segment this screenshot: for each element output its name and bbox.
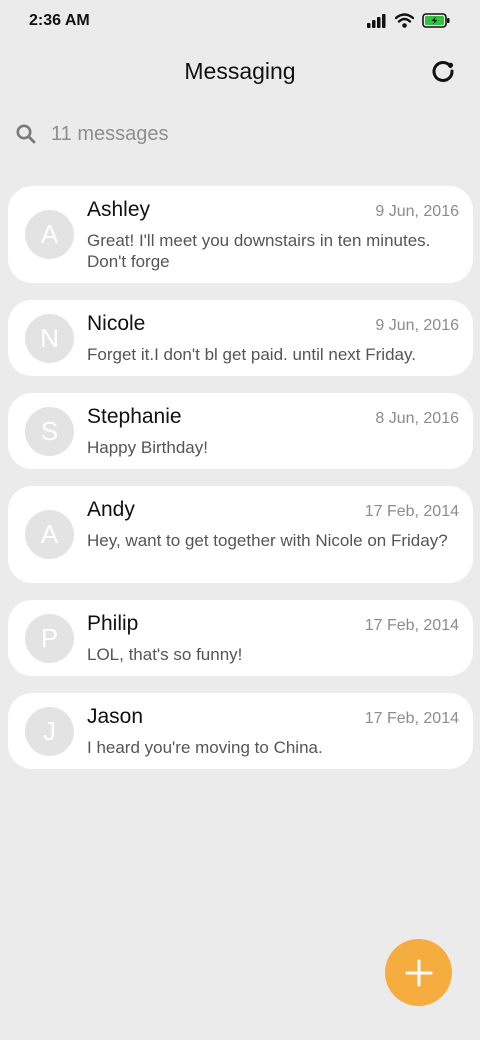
status-icons	[367, 13, 450, 33]
message-preview: Happy Birthday!	[87, 438, 208, 457]
search-bar	[0, 112, 480, 156]
contact-name: Jason	[87, 705, 144, 728]
app-header: Messaging	[0, 44, 480, 100]
search-icon	[14, 122, 38, 146]
message-preview: Hey, want to get together with Nicole on…	[87, 531, 448, 550]
avatar: A	[25, 210, 74, 259]
search-input[interactable]	[51, 120, 431, 148]
wifi-icon	[394, 13, 415, 33]
avatar: J	[25, 707, 74, 756]
message-preview: LOL, that's so funny!	[87, 645, 243, 664]
compose-message-button[interactable]	[385, 939, 452, 1006]
message-date: 9 Jun, 2016	[375, 317, 459, 334]
conversation-item[interactable]: P Philip 17 Feb, 2014 LOL, that's so fun…	[8, 600, 473, 676]
message-date: 8 Jun, 2016	[375, 410, 459, 427]
conversation-item[interactable]: A Ashley 9 Jun, 2016 Great! I'll meet yo…	[8, 186, 473, 283]
avatar: A	[25, 510, 74, 559]
contact-name: Philip	[87, 612, 139, 635]
status-time: 2:36 AM	[29, 12, 90, 29]
battery-charging-icon	[422, 13, 450, 33]
conversation-item[interactable]: S Stephanie 8 Jun, 2016 Happy Birthday!	[8, 393, 473, 469]
avatar: S	[25, 407, 74, 456]
refresh-icon	[432, 61, 454, 82]
message-date: 9 Jun, 2016	[375, 203, 459, 220]
message-preview: Great! I'll meet you downstairs in ten m…	[87, 231, 431, 271]
plus-icon	[405, 959, 432, 986]
refresh-button[interactable]	[428, 56, 458, 86]
messaging-screen: 2:36 AM Messaging 11 messages A Ashley 9…	[0, 0, 480, 1040]
contact-name: Nicole	[87, 312, 146, 335]
contact-name: Andy	[87, 498, 135, 521]
message-preview: I heard you're moving to China.	[87, 738, 323, 757]
cellular-signal-icon	[367, 13, 387, 33]
message-date: 17 Feb, 2014	[364, 710, 459, 727]
message-preview: Forget it.I don't bl get paid. until nex…	[87, 345, 416, 364]
message-date: 17 Feb, 2014	[364, 617, 459, 634]
page-title: Messaging	[184, 58, 296, 84]
avatar: P	[25, 614, 74, 663]
status-bar: 2:36 AM	[0, 0, 480, 44]
conversation-list: A Ashley 9 Jun, 2016 Great! I'll meet yo…	[8, 186, 473, 786]
avatar: N	[25, 314, 74, 363]
contact-name: Stephanie	[87, 405, 182, 428]
message-date: 17 Feb, 2014	[364, 503, 459, 520]
contact-name: Ashley	[87, 198, 151, 221]
conversation-item[interactable]: N Nicole 9 Jun, 2016 Forget it.I don't b…	[8, 300, 473, 376]
conversation-item[interactable]: J Jason 17 Feb, 2014 I heard you're movi…	[8, 693, 473, 769]
conversation-item[interactable]: A Andy 17 Feb, 2014 Hey, want to get tog…	[8, 486, 473, 583]
